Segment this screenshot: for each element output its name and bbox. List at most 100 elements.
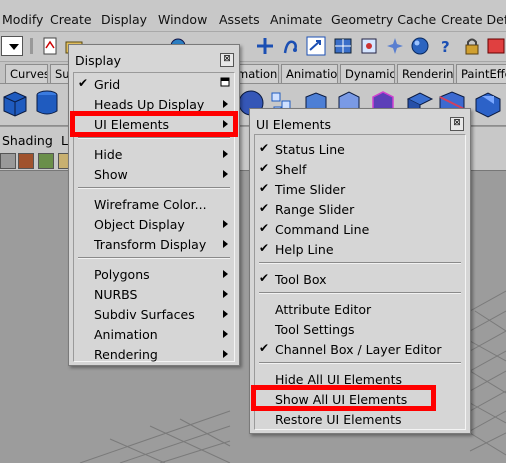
history-icon[interactable] — [359, 36, 379, 56]
close-icon[interactable]: ⊠ — [220, 53, 234, 67]
menu-animate[interactable]: Animate — [270, 12, 322, 27]
menu-item-tool-box[interactable]: ✔ Tool Box — [255, 269, 465, 289]
menu-item-label: Tool Settings — [275, 322, 355, 337]
menu-separator — [259, 362, 461, 364]
menu-item-label: Status Line — [275, 142, 345, 157]
render-icon[interactable] — [410, 36, 430, 56]
checkmark-icon: ✔ — [259, 141, 270, 155]
menu-item-label: Attribute Editor — [275, 302, 372, 317]
menu-separator — [259, 292, 461, 294]
menu-create-deformers[interactable]: Create Defo — [441, 12, 506, 27]
menu-window[interactable]: Window — [158, 12, 207, 27]
menu-item-restore-ui-elements[interactable]: Restore UI Elements — [255, 409, 465, 429]
menu-item-channel-box-layer-editor[interactable]: ✔ Channel Box / Layer Editor — [255, 339, 465, 359]
option-box-icon[interactable] — [220, 77, 230, 87]
menu-item-shelf[interactable]: ✔ Shelf — [255, 159, 465, 179]
close-icon[interactable]: ⊠ — [450, 117, 464, 131]
submenu-arrow-icon — [223, 330, 228, 338]
shelf-tab-dynamics[interactable]: Dynamics — [340, 64, 395, 83]
snap-to-view-plane-icon[interactable] — [333, 36, 353, 56]
ui-elements-menu-title[interactable]: UI Elements — [250, 109, 470, 137]
poly-cube-icon[interactable] — [0, 87, 30, 119]
menu-separator — [78, 187, 230, 189]
menu-item-rendering[interactable]: Rendering — [74, 344, 234, 364]
menu-item-label: Grid — [94, 77, 121, 92]
menu-create[interactable]: Create — [50, 12, 92, 27]
menu-item-label: Rendering — [94, 347, 158, 362]
menu-set-selector[interactable] — [1, 36, 23, 56]
menu-item-label: Heads Up Display — [94, 97, 205, 112]
chevron-down-icon — [9, 44, 19, 50]
main-menu-bar: Modify Create Display Window Assets Anim… — [0, 0, 506, 32]
submenu-arrow-icon — [223, 310, 228, 318]
menu-item-nurbs[interactable]: NURBS — [74, 284, 234, 304]
menu-item-grid[interactable]: ✔ Grid — [74, 74, 234, 94]
shelf-tab-painteffects[interactable]: PaintEffe — [456, 64, 506, 83]
snap-to-curve-icon[interactable] — [281, 36, 301, 56]
menu-shading[interactable]: Shading — [2, 133, 53, 148]
svg-text:?: ? — [441, 38, 450, 56]
menu-item-polygons[interactable]: Polygons — [74, 264, 234, 284]
extrude-cube-icon[interactable] — [472, 87, 502, 119]
menu-separator — [78, 137, 230, 139]
menu-item-command-line[interactable]: ✔ Command Line — [255, 219, 465, 239]
submenu-arrow-icon — [223, 100, 228, 108]
lock-icon[interactable] — [462, 36, 482, 56]
menu-item-range-slider[interactable]: ✔ Range Slider — [255, 199, 465, 219]
checkmark-icon: ✔ — [259, 271, 270, 285]
new-scene-icon[interactable] — [40, 36, 60, 56]
display-menu: Display ⊠ ✔ Grid Heads Up Display UI Ele… — [68, 44, 240, 366]
bookmarks-icon[interactable] — [38, 153, 54, 169]
menu-item-label: Hide — [94, 147, 123, 162]
checkmark-icon: ✔ — [259, 221, 270, 235]
highlight-box-show-all-ui-elements — [251, 385, 436, 411]
checkmark-icon: ✔ — [259, 181, 270, 195]
help-icon[interactable]: ? — [436, 36, 456, 56]
menu-item-transform-display[interactable]: Transform Display — [74, 234, 234, 254]
submenu-arrow-icon — [223, 290, 228, 298]
menu-item-status-line[interactable]: ✔ Status Line — [255, 139, 465, 159]
shelf-tab-curves[interactable]: Curves — [5, 64, 48, 83]
select-camera-icon[interactable] — [0, 153, 16, 169]
menu-geometry-cache[interactable]: Geometry Cache — [331, 12, 436, 27]
submenu-arrow-icon — [223, 150, 228, 158]
shelf-tab-animation[interactable]: Animation — [281, 64, 338, 83]
menu-item-help-line[interactable]: ✔ Help Line — [255, 239, 465, 259]
shelf-tab-rendering[interactable]: Rendering — [397, 64, 454, 83]
menu-assets[interactable]: Assets — [219, 12, 260, 27]
menu-item-label: Transform Display — [94, 237, 207, 252]
menu-item-object-display[interactable]: Object Display — [74, 214, 234, 234]
menu-item-time-slider[interactable]: ✔ Time Slider — [255, 179, 465, 199]
menu-item-label: Time Slider — [275, 182, 346, 197]
snap-to-point-icon[interactable] — [306, 36, 326, 56]
submenu-arrow-icon — [223, 220, 228, 228]
menu-item-label: Command Line — [275, 222, 370, 237]
poly-cylinder-icon[interactable] — [32, 87, 62, 119]
menu-item-label: NURBS — [94, 287, 138, 302]
menu-display[interactable]: Display — [101, 12, 147, 27]
menu-modify[interactable]: Modify — [2, 12, 43, 27]
menu-item-hide[interactable]: Hide — [74, 144, 234, 164]
toolbox-icon[interactable] — [486, 36, 506, 56]
menu-item-tool-settings[interactable]: Tool Settings — [255, 319, 465, 339]
menu-item-label: Wireframe Color... — [94, 197, 207, 212]
checkmark-icon: ✔ — [259, 161, 270, 175]
camera-attributes-icon[interactable] — [18, 153, 34, 169]
menu-item-label: Tool Box — [275, 272, 327, 287]
menu-item-label: Show — [94, 167, 128, 182]
render-view-icon[interactable] — [385, 36, 405, 56]
menu-item-wireframe-color[interactable]: Wireframe Color... — [74, 194, 234, 214]
menu-item-animation[interactable]: Animation — [74, 324, 234, 344]
submenu-arrow-icon — [223, 240, 228, 248]
menu-item-label: Range Slider — [275, 202, 355, 217]
checkmark-icon: ✔ — [259, 201, 270, 215]
menu-item-attribute-editor[interactable]: Attribute Editor — [255, 299, 465, 319]
menu-item-label: Restore UI Elements — [275, 412, 402, 427]
display-menu-title[interactable]: Display — [69, 45, 239, 73]
menu-item-label: Subdiv Surfaces — [94, 307, 195, 322]
highlight-box-ui-elements — [70, 111, 238, 137]
menu-item-subdiv-surfaces[interactable]: Subdiv Surfaces — [74, 304, 234, 324]
menu-item-show[interactable]: Show — [74, 164, 234, 184]
menu-item-label: Channel Box / Layer Editor — [275, 342, 442, 357]
snap-to-grid-icon[interactable] — [255, 36, 275, 56]
